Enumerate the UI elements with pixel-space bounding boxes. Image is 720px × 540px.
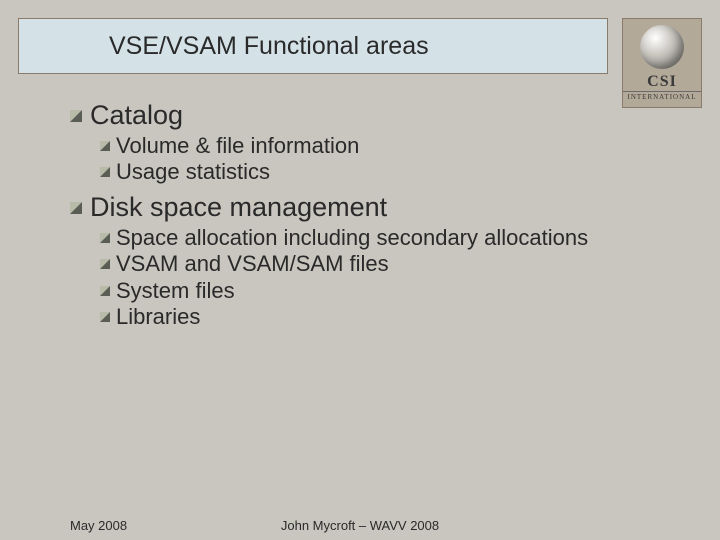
list-item: Space allocation including secondary all…: [100, 225, 670, 251]
heading-text: Disk space management: [90, 192, 387, 223]
item-text: Space allocation including secondary all…: [116, 225, 588, 251]
item-text: Usage statistics: [116, 159, 270, 185]
slide-title-bar: VSE/VSAM Functional areas: [18, 18, 608, 74]
slide-title: VSE/VSAM Functional areas: [109, 32, 429, 61]
list-item: Volume & file information: [100, 133, 670, 159]
globe-icon: [640, 25, 684, 69]
list-item: Usage statistics: [100, 159, 670, 185]
footer-author: John Mycroft – WAVV 2008: [0, 518, 720, 533]
bullet-icon: [100, 259, 110, 269]
bullet-icon: [100, 312, 110, 322]
bullet-icon: [100, 286, 110, 296]
section-heading: Disk space management: [70, 192, 670, 223]
bullet-icon: [70, 110, 82, 122]
item-text: VSAM and VSAM/SAM files: [116, 251, 389, 277]
bullet-icon: [100, 141, 110, 151]
bullet-icon: [100, 167, 110, 177]
list-item: Libraries: [100, 304, 670, 330]
bullet-icon: [70, 202, 82, 214]
slide-body: Catalog Volume & file information Usage …: [70, 100, 670, 330]
item-text: Volume & file information: [116, 133, 359, 159]
section-heading: Catalog: [70, 100, 670, 131]
list-item: VSAM and VSAM/SAM files: [100, 251, 670, 277]
logo-text-main: CSI: [647, 73, 677, 91]
list-item: System files: [100, 278, 670, 304]
item-text: System files: [116, 278, 235, 304]
bullet-icon: [100, 233, 110, 243]
csi-logo: CSI INTERNATIONAL: [622, 18, 702, 108]
heading-text: Catalog: [90, 100, 183, 131]
item-text: Libraries: [116, 304, 200, 330]
